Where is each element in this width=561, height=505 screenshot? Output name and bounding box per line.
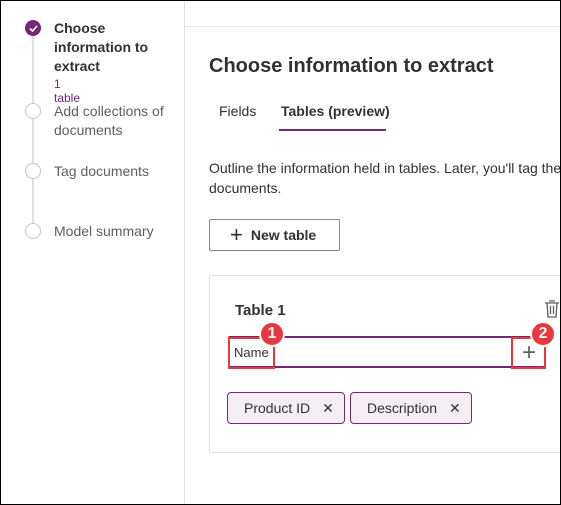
column-chip-label: Description: [367, 400, 438, 416]
app-window: Choose information to extract 1 table Ad…: [0, 0, 561, 505]
new-table-label: New table: [250, 227, 317, 243]
description-line: Outline the information held in tables. …: [209, 160, 561, 176]
step-circle-icon: [25, 163, 41, 179]
remove-icon[interactable]: ✕: [322, 400, 334, 417]
annotation-badge-1: 1: [259, 321, 285, 347]
column-chip[interactable]: Product ID ✕: [227, 392, 345, 424]
annotation-badge-2: 2: [530, 321, 556, 347]
step-sublabel: 1 table: [54, 77, 81, 105]
page-title: Choose information to extract: [209, 55, 494, 77]
header-divider: [185, 26, 560, 27]
plus-icon: +: [230, 222, 243, 247]
step-circle-icon: [25, 103, 41, 119]
tables-description: Outline the information held in tables. …: [209, 158, 561, 198]
steps-sidebar: Choose information to extract 1 table Ad…: [1, 1, 185, 504]
step-label: Tag documents: [54, 163, 149, 179]
step-label: Add collections of documents: [54, 103, 164, 138]
step-label: Choose information to extract: [54, 20, 149, 74]
remove-icon[interactable]: ✕: [449, 400, 461, 417]
step-circle-icon: [25, 223, 41, 239]
column-chip[interactable]: Description ✕: [350, 392, 472, 424]
column-chip-label: Product ID: [244, 400, 311, 416]
selected-tab-indicator: [279, 129, 386, 131]
trash-icon[interactable]: [543, 299, 561, 319]
new-table-button[interactable]: + New table: [209, 219, 340, 251]
checkmark-icon: [25, 20, 41, 36]
table-title: Table 1: [235, 302, 286, 319]
tab-fields[interactable]: Fields: [219, 103, 256, 119]
description-line: documents.: [209, 180, 282, 196]
step-label: Model summary: [54, 223, 154, 239]
tab-tables-preview[interactable]: Tables (preview): [281, 103, 390, 119]
steps-connector-line: [32, 29, 34, 231]
